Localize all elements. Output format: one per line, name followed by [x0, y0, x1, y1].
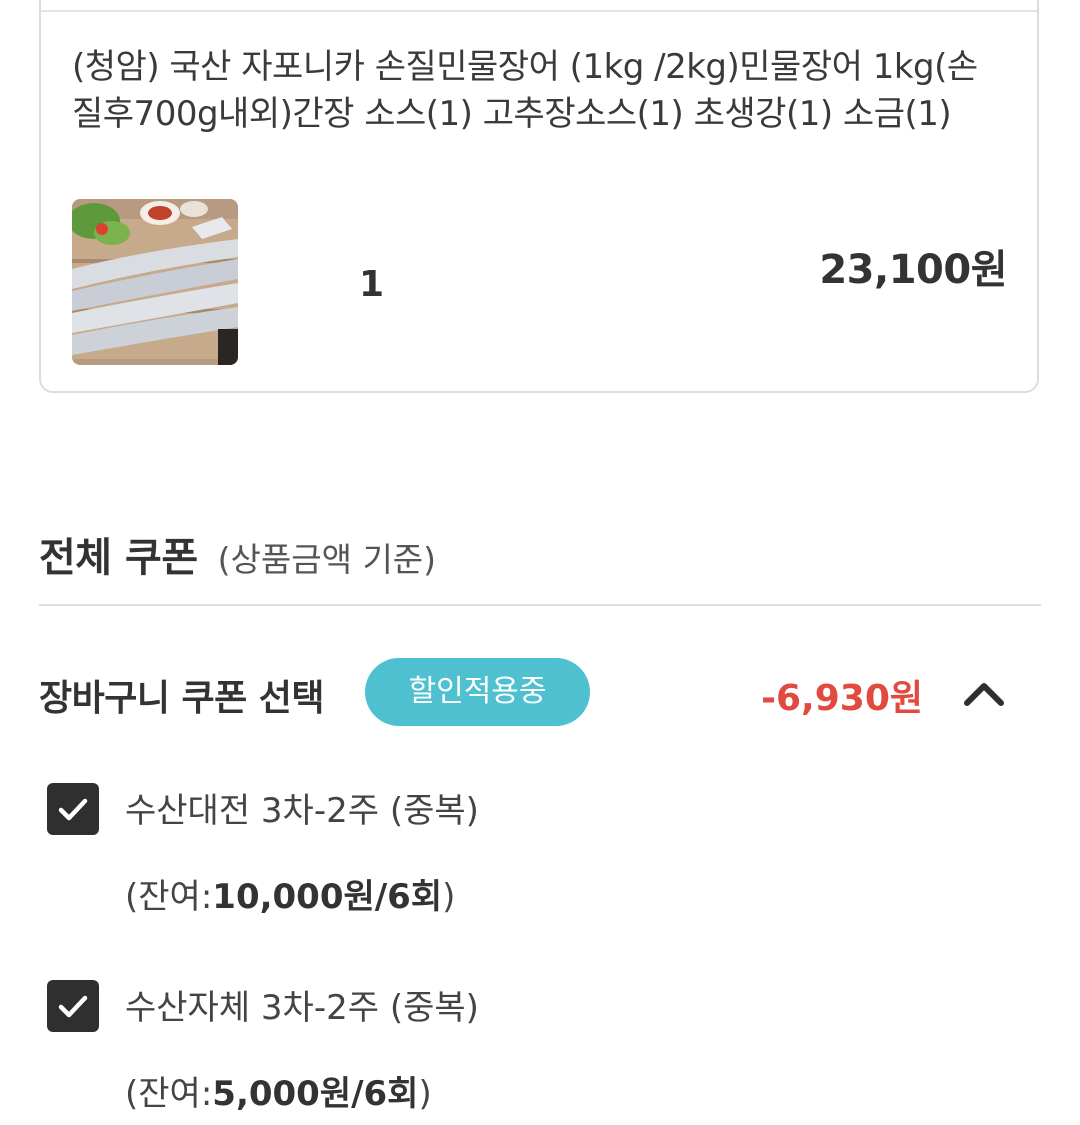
coupon-remaining: (잔여:10,000원/6회) — [125, 877, 456, 917]
product-price: 23,100원 — [819, 247, 1007, 293]
chevron-up-icon[interactable] — [959, 675, 1009, 711]
order-page: (청암) 국산 자포니카 손질민물장어 (1kg /2kg)민물장어 1kg(손… — [0, 0, 1080, 1125]
grilled-eel-photo-icon — [72, 199, 238, 365]
product-name: (청암) 국산 자포니카 손질민물장어 (1kg /2kg)민물장어 1kg(손… — [72, 47, 978, 134]
coupon-section-subtitle: (상품금액 기준) — [217, 540, 437, 579]
card-divider — [41, 10, 1037, 12]
coupon-remaining: (잔여:5,000원/6회) — [125, 1074, 432, 1114]
checkmark-icon — [58, 798, 88, 821]
product-thumbnail — [72, 199, 238, 365]
product-quantity: 1 — [359, 264, 385, 305]
coupon-section-title: 전체 쿠폰 — [39, 535, 198, 581]
checkmark-icon — [58, 995, 88, 1018]
section-divider — [39, 604, 1041, 606]
cart-coupon-row[interactable]: 장바구니 쿠폰 선택 할인적용중 -6,930원 — [39, 657, 1009, 727]
coupon-checkbox[interactable] — [47, 980, 99, 1032]
coupon-section-header: 전체 쿠폰 (상품금액 기준) — [39, 525, 436, 583]
discount-applied-badge: 할인적용중 — [365, 658, 590, 726]
coupon-name: 수산대전 3차-2주 (중복) — [125, 791, 479, 831]
cart-coupon-label: 장바구니 쿠폰 선택 — [39, 678, 325, 719]
coupon-checkbox[interactable] — [47, 783, 99, 835]
discount-amount: -6,930원 — [761, 678, 923, 719]
product-card: (청암) 국산 자포니카 손질민물장어 (1kg /2kg)민물장어 1kg(손… — [39, 0, 1039, 393]
coupon-name: 수산자체 3차-2주 (중복) — [125, 988, 479, 1028]
